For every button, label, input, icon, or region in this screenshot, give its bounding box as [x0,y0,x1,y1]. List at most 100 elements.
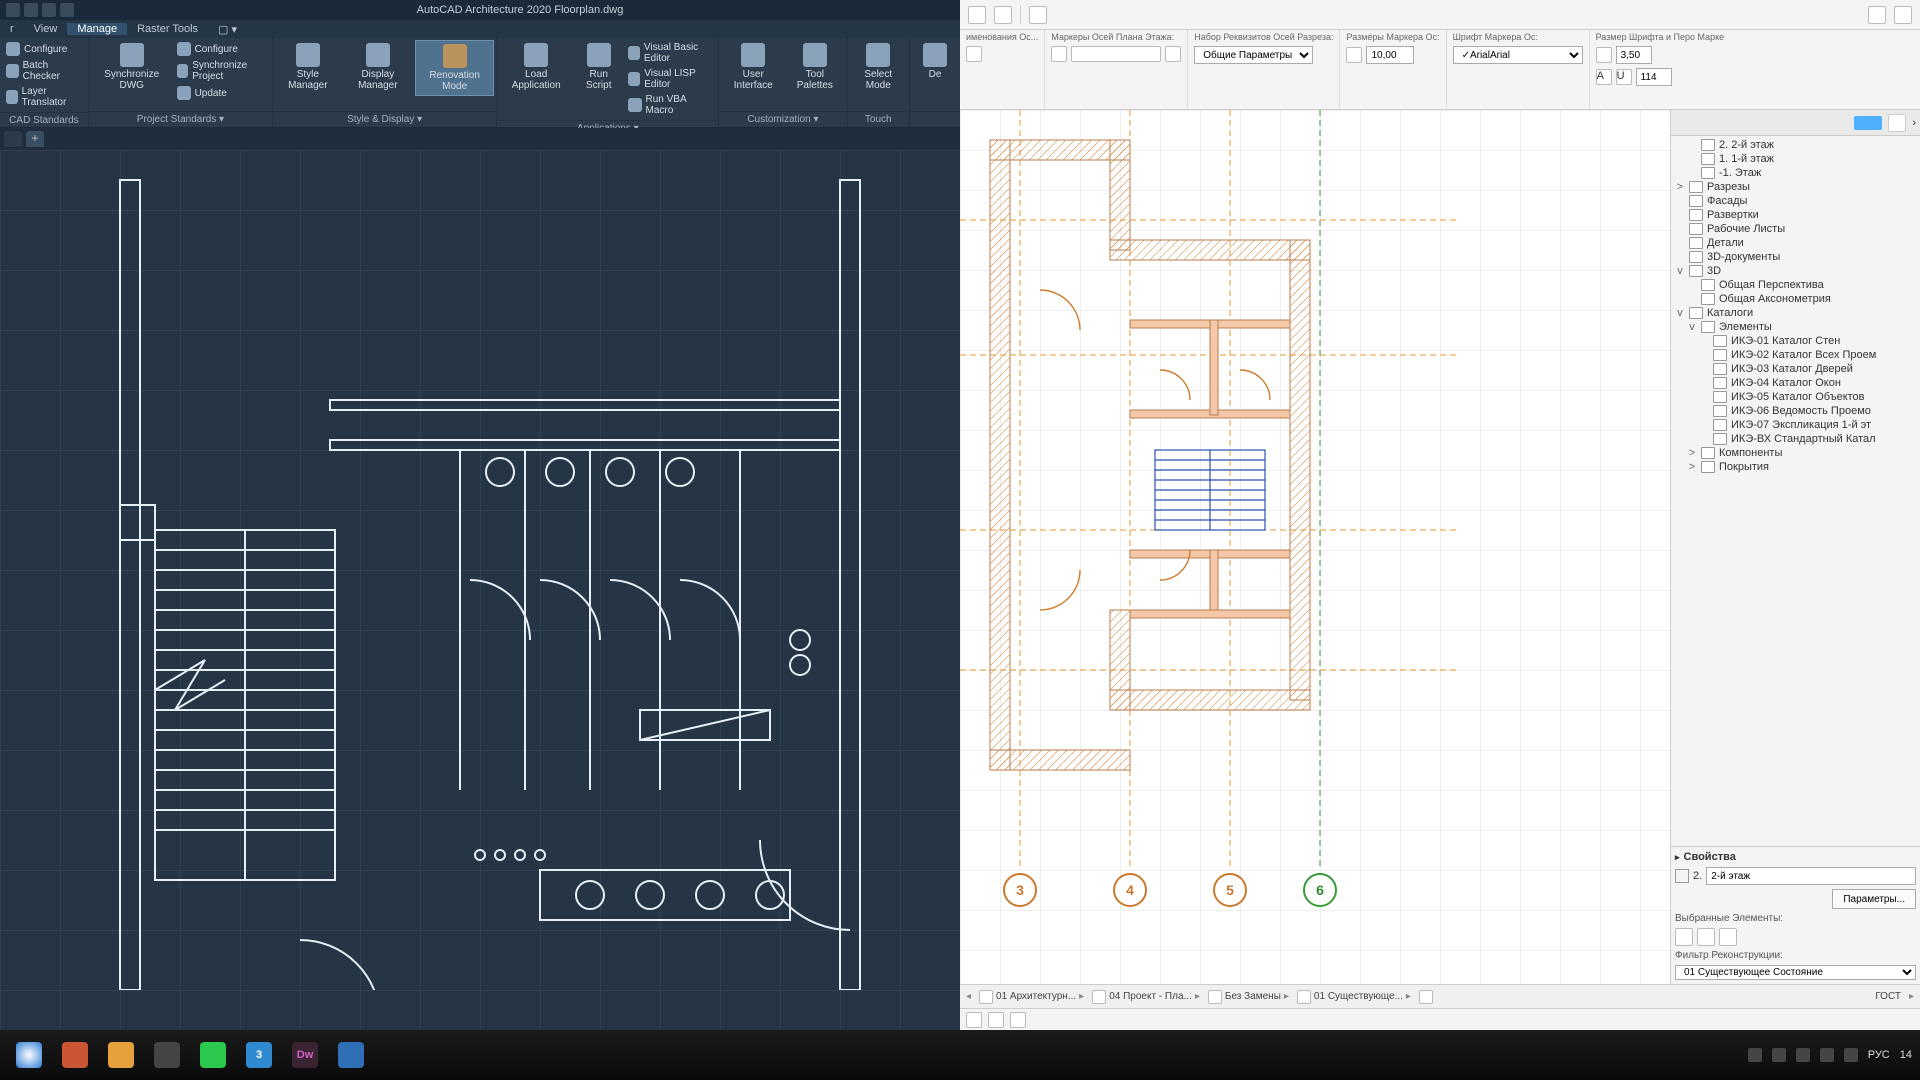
tree-node[interactable]: -1. Этаж [1671,166,1920,180]
combo-reno[interactable]: 01 Существующе...▸ [1297,990,1411,1004]
tool-icon[interactable] [1894,6,1912,24]
properties-header[interactable]: Свойства [1675,851,1916,863]
drawing-tab[interactable] [4,131,22,147]
tool-icon[interactable] [966,1012,982,1028]
vle-button[interactable]: Visual LISP Editor [624,66,716,92]
layer-translator-button[interactable]: Layer Translator [2,84,86,110]
tree-node[interactable]: >Покрытия [1671,460,1920,474]
section-params-select[interactable]: Общие Параметры [1194,46,1313,64]
tool-icon[interactable] [988,1012,1004,1028]
icon[interactable] [966,46,982,62]
network-icon[interactable] [1820,1048,1834,1062]
pen-input[interactable] [1636,68,1672,86]
start-button[interactable] [8,1036,50,1074]
synchronize-dwg-button[interactable]: Synchronize DWG [91,40,173,94]
panel-caption[interactable]: Customization ▾ [719,111,846,127]
nav-icon[interactable] [1888,114,1906,132]
autocad-menubar[interactable]: r View Manage Raster Tools ▢ ▾ [0,20,960,38]
tree-node[interactable]: 1. 1-й этаж [1671,152,1920,166]
select-mode-button[interactable]: Select Mode [850,40,908,94]
user-interface-button[interactable]: User Interface [721,40,785,94]
font-select[interactable]: ✓ArialArial [1453,46,1583,64]
tree-node[interactable]: 2. 2-й этаж [1671,138,1920,152]
drawing-canvas[interactable] [0,150,960,1032]
box-icon[interactable] [1719,928,1737,946]
tree-node[interactable]: ИКЭ-03 Каталог Дверей [1671,362,1920,376]
tree-node[interactable]: ИКЭ-01 Каталог Стен [1671,334,1920,348]
tree-node[interactable]: Рабочие Листы [1671,222,1920,236]
marker-size-input[interactable] [1366,46,1414,64]
taskbar-app[interactable]: 3 [238,1036,280,1074]
tree-node[interactable]: >Разрезы [1671,180,1920,194]
tree-node[interactable]: ИКЭ-07 Экспликация 1-й эт [1671,418,1920,432]
taskbar-app[interactable] [54,1036,96,1074]
clock[interactable]: 14 [1900,1049,1912,1061]
combo-project[interactable]: 04 Проект - Пла...▸ [1092,990,1200,1004]
tray-icon[interactable] [1796,1048,1810,1062]
expand-icon[interactable]: > [1675,181,1685,193]
tree-node[interactable]: ИКЭ-02 Каталог Всех Проем [1671,348,1920,362]
secondary-toolbar[interactable] [960,1008,1920,1030]
book-icon[interactable] [994,6,1012,24]
view-tab-icon[interactable] [1854,116,1882,130]
home-icon[interactable] [968,6,986,24]
tree-node[interactable]: Развертки [1671,208,1920,222]
taskbar-app[interactable] [192,1036,234,1074]
panel-caption[interactable]: Style & Display ▾ [273,111,496,127]
navigator-tree[interactable]: 2. 2-й этаж1. 1-й этаж-1. Этаж>РазрезыФа… [1671,136,1920,846]
expand-icon[interactable]: v [1687,321,1697,333]
top-toolbar[interactable] [960,0,1920,30]
vbe-button[interactable]: Visual Basic Editor [624,40,716,66]
chevron-left-icon[interactable]: ◂ [966,991,971,1002]
gost-label[interactable]: ГОСТ [1875,991,1901,1002]
system-tray[interactable]: РУС 14 [1748,1048,1912,1062]
expand-icon[interactable]: > [1687,461,1697,473]
tree-node[interactable]: vКаталоги [1671,306,1920,320]
vba-button[interactable]: Run VBA Macro [624,92,716,118]
expand-icon[interactable]: v [1675,265,1685,277]
panel-caption[interactable]: Project Standards ▾ [89,111,272,127]
tree-node[interactable]: ИКЭ-06 Ведомость Проемо [1671,404,1920,418]
qat-icon[interactable] [42,3,56,17]
qat-icon[interactable] [24,3,38,17]
grid-icon[interactable] [1675,928,1693,946]
chevron-right-icon[interactable]: › [1912,117,1916,129]
run-script-button[interactable]: Run Script [573,40,624,94]
tree-node[interactable]: Детали [1671,236,1920,250]
tray-chevron-icon[interactable] [1748,1048,1762,1062]
expand-icon[interactable]: v [1675,307,1685,319]
checkbox-icon[interactable] [1165,46,1181,62]
update-button[interactable]: Update [173,84,270,102]
taskbar-app[interactable]: Dw [284,1036,326,1074]
tool-icon[interactable] [1010,1012,1026,1028]
plan-canvas[interactable]: 3 4 5 6 [960,110,1670,984]
menu-manage[interactable]: Manage [67,23,127,35]
batch-checker-button[interactable]: Batch Checker [2,58,86,84]
tree-node[interactable]: >Компоненты [1671,446,1920,460]
menu-view[interactable]: View [24,23,68,35]
tool-palettes-button[interactable]: Tool Palettes [785,40,844,94]
font-size-input[interactable] [1616,46,1652,64]
tree-node[interactable]: vЭлементы [1671,320,1920,334]
volume-icon[interactable] [1844,1048,1858,1062]
taskbar-app[interactable] [330,1036,372,1074]
taskbar-app[interactable] [100,1036,142,1074]
tree-node[interactable]: ИКЭ-04 Каталог Окон [1671,376,1920,390]
menu-file[interactable]: r [0,23,24,35]
tray-icon[interactable] [1772,1048,1786,1062]
menu-raster-tools[interactable]: Raster Tools [127,23,208,35]
drawing-tabs[interactable]: + [0,128,960,150]
windows-taskbar[interactable]: 3 Dw РУС 14 [0,1030,1920,1080]
tree-node[interactable]: Общая Аксонометрия [1671,292,1920,306]
tree-node[interactable]: 3D-документы [1671,250,1920,264]
renovation-mode-button[interactable]: Renovation Mode [415,40,494,96]
new-tab-button[interactable]: + [26,131,44,147]
synchronize-project-button[interactable]: Synchronize Project [173,58,270,84]
tree-node[interactable]: ИКЭ-05 Каталог Объектов [1671,390,1920,404]
taskbar-app[interactable] [146,1036,188,1074]
style-manager-button[interactable]: Style Manager [275,40,341,94]
display-manager-button[interactable]: Display Manager [341,40,415,94]
language-indicator[interactable]: РУС [1868,1049,1890,1061]
checkbox-icon[interactable] [1051,46,1067,62]
item-name-input[interactable] [1706,867,1916,885]
